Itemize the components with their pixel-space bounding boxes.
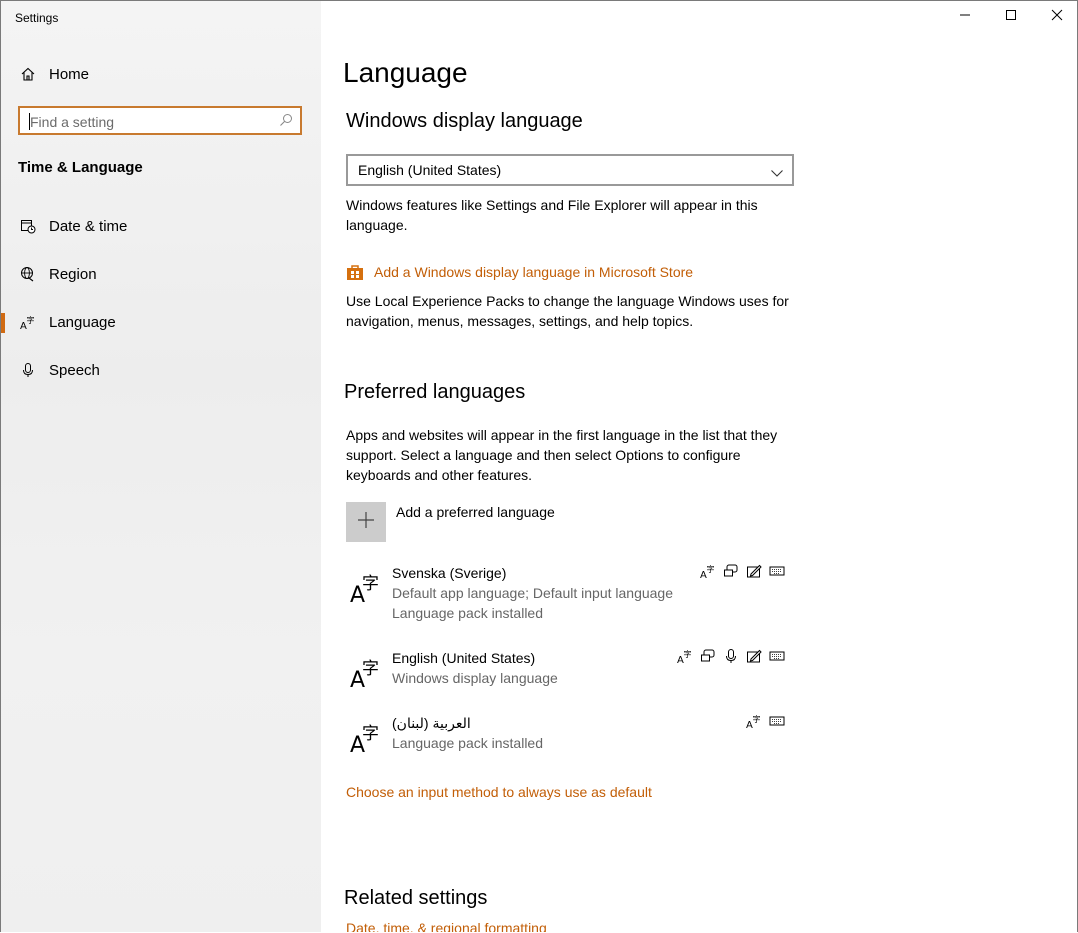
microphone-icon xyxy=(723,648,739,664)
svg-text:字: 字 xyxy=(27,315,35,325)
sidebar-section-title: Time & Language xyxy=(18,159,143,176)
date-time-icon xyxy=(18,216,38,236)
close-icon xyxy=(1051,8,1063,26)
handwriting-icon xyxy=(746,648,762,664)
svg-text:字: 字 xyxy=(753,714,761,724)
sidebar-item-label: Date & time xyxy=(49,217,128,235)
language-name: Svenska (Sverige) xyxy=(392,565,507,581)
sidebar-item-region[interactable]: Region xyxy=(1,254,321,294)
active-indicator xyxy=(1,313,5,333)
language-pack-icon: A字 xyxy=(677,648,693,664)
add-language-label[interactable]: Add a preferred language xyxy=(396,504,555,520)
settings-window: Settings Home Time & Language Date & tim… xyxy=(0,0,1078,932)
search-input[interactable] xyxy=(28,111,272,133)
keyboard-icon xyxy=(769,713,785,729)
display-language-description: Windows features like Settings and File … xyxy=(346,197,758,233)
minimize-button[interactable] xyxy=(942,1,988,33)
sidebar-item-home[interactable]: Home xyxy=(1,54,321,94)
language-icon: A字 xyxy=(18,312,38,332)
sidebar-item-label: Region xyxy=(49,265,97,283)
page-title: Language xyxy=(343,57,468,88)
svg-text:字: 字 xyxy=(362,724,379,744)
sidebar-item-label: Language xyxy=(49,313,116,331)
search-icon[interactable] xyxy=(279,113,293,132)
speech-bubble-icon xyxy=(723,563,739,579)
search-box[interactable] xyxy=(18,106,302,135)
add-language-button[interactable] xyxy=(346,502,386,542)
language-name: العربية (لبنان) xyxy=(392,715,471,731)
maximize-button[interactable] xyxy=(988,1,1034,33)
sidebar: Settings Home Time & Language Date & tim… xyxy=(1,1,321,932)
language-pack-icon: A字 xyxy=(746,713,762,729)
speech-bubble-icon xyxy=(700,648,716,664)
language-item-english[interactable]: A字 English (United States) Windows displ… xyxy=(346,648,796,693)
keyboard-icon xyxy=(769,563,785,579)
plus-icon xyxy=(357,511,375,534)
chevron-down-icon xyxy=(770,165,784,183)
language-glyph-icon: A字 xyxy=(348,719,382,758)
keyboard-icon xyxy=(769,648,785,664)
input-method-link[interactable]: Choose an input method to always use as … xyxy=(346,784,652,800)
language-glyph-icon: A字 xyxy=(348,569,382,608)
handwriting-icon xyxy=(746,563,762,579)
store-description: Use Local Experience Packs to change the… xyxy=(346,293,789,329)
sidebar-item-date-time[interactable]: Date & time xyxy=(1,206,321,246)
language-item-svenska[interactable]: A字 Svenska (Sverige) Default app languag… xyxy=(346,563,796,625)
language-glyph-icon: A字 xyxy=(348,654,382,693)
display-language-heading: Windows display language xyxy=(346,110,583,132)
preferred-languages-description: Apps and websites will appear in the fir… xyxy=(346,427,778,483)
sidebar-item-language[interactable]: A字 Language xyxy=(1,302,321,342)
app-title: Settings xyxy=(15,11,59,25)
language-detail: Windows display language xyxy=(392,670,558,686)
language-name: English (United States) xyxy=(392,650,536,666)
svg-text:字: 字 xyxy=(707,564,715,574)
language-pack-icon: A字 xyxy=(700,563,716,579)
maximize-icon xyxy=(1005,8,1017,26)
regional-formatting-link[interactable]: Date, time, & regional formatting xyxy=(346,920,547,932)
home-icon xyxy=(18,64,38,84)
display-language-dropdown[interactable]: English (United States) xyxy=(346,154,794,186)
language-item-arabic[interactable]: A字 العربية (لبنان) Language pack install… xyxy=(346,713,796,758)
svg-text:字: 字 xyxy=(362,574,379,594)
sidebar-item-label: Speech xyxy=(49,361,100,379)
store-bag-icon xyxy=(346,263,364,286)
language-detail: Default app language; Default input lang… xyxy=(392,585,673,601)
language-features: A字 xyxy=(677,648,785,664)
language-detail: Language pack installed xyxy=(392,605,544,621)
store-link[interactable]: Add a Windows display language in Micros… xyxy=(374,264,693,280)
microphone-icon xyxy=(18,360,38,380)
language-features: A字 xyxy=(700,563,785,579)
language-features: A字 xyxy=(746,713,785,729)
svg-text:字: 字 xyxy=(362,659,379,679)
close-button[interactable] xyxy=(1034,1,1077,33)
globe-icon xyxy=(18,264,38,284)
dropdown-value: English (United States) xyxy=(358,162,502,178)
related-settings-heading: Related settings xyxy=(344,887,488,909)
preferred-languages-heading: Preferred languages xyxy=(344,381,526,403)
language-detail: Language pack installed xyxy=(392,735,544,751)
svg-text:字: 字 xyxy=(684,649,692,659)
sidebar-item-label: Home xyxy=(49,65,90,83)
sidebar-item-speech[interactable]: Speech xyxy=(1,350,321,390)
minimize-icon xyxy=(959,8,971,26)
